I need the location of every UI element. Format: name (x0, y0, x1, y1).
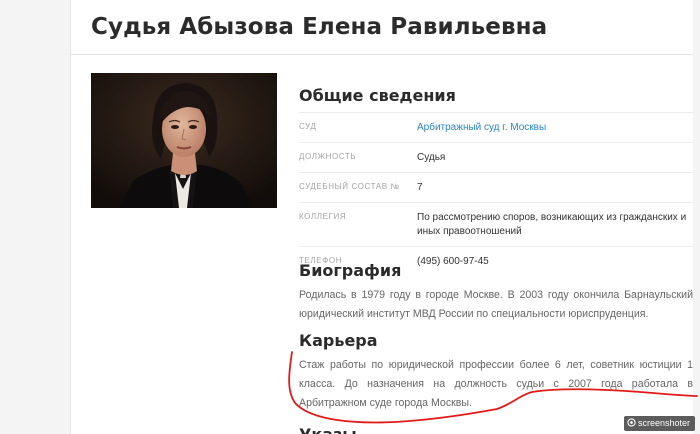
page-background-right (693, 0, 700, 434)
decrees-heading: Указы (299, 425, 357, 434)
career-heading: Карьера (299, 331, 378, 350)
info-row-court: СУД Арбитражный суд г. Москвы (299, 112, 693, 142)
title-divider (71, 54, 693, 55)
career-text: Стаж работы по юридической профессии бол… (299, 359, 693, 409)
page-title: Судья Абызова Елена Равильевна (91, 14, 548, 40)
page-background-left (0, 0, 70, 434)
general-info-heading: Общие сведения (299, 86, 456, 105)
info-key: КОЛЛЕГИЯ (299, 212, 347, 221)
info-row-collegium: КОЛЛЕГИЯ По рассмотрению споров, возника… (299, 202, 693, 246)
info-value: Судья (417, 152, 446, 163)
portrait-image (91, 73, 277, 208)
screenshoter-watermark: screenshoter (624, 416, 696, 431)
info-key: СУДЕБНЫЙ СОСТАВ № (299, 182, 400, 191)
judge-profile-card: Судья Абызова Елена Равильевна Общие све… (70, 0, 694, 434)
watermark-text: screenshoter (638, 418, 691, 428)
court-link[interactable]: Арбитражный суд г. Москвы (417, 113, 693, 142)
watermark-logo-icon (627, 418, 636, 427)
info-key: ДОЛЖНОСТЬ (299, 152, 357, 161)
info-value: По рассмотрению споров, возникающих из г… (417, 212, 687, 237)
info-value: 7 (417, 182, 423, 193)
info-key: СУД (299, 122, 317, 131)
info-row-position: ДОЛЖНОСТЬ Судья (299, 142, 693, 172)
info-value: (495) 600-97-45 (417, 256, 489, 267)
info-row-panel-number: СУДЕБНЫЙ СОСТАВ № 7 (299, 172, 693, 202)
biography-text: Родилась в 1979 году в городе Москве. В … (299, 289, 693, 320)
judge-photo (91, 73, 277, 208)
biography-heading: Биография (299, 261, 402, 280)
general-info-table: СУД Арбитражный суд г. Москвы ДОЛЖНОСТЬ … (299, 112, 693, 276)
